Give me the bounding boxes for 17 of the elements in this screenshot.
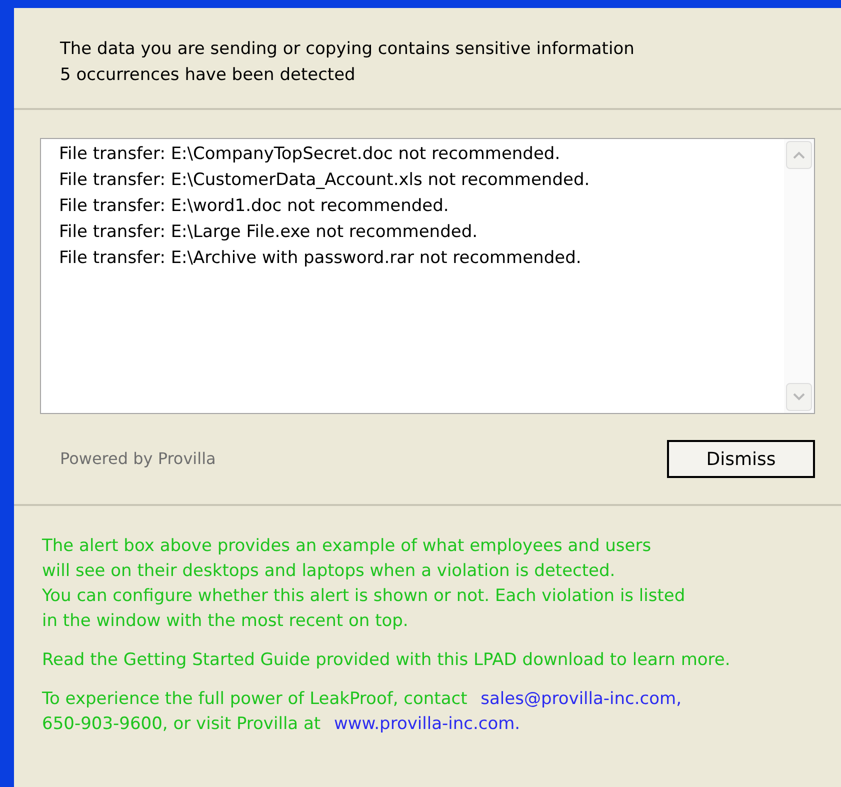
list-item[interactable]: File transfer: E:\Archive with password.rar not recommended. <box>59 245 784 271</box>
link[interactable]: www.provilla-inc.com. <box>334 714 520 734</box>
list-item[interactable]: File transfer: E:\Large File.exe not recommended. <box>59 219 784 245</box>
list-item[interactable]: File transfer: E:\word1.doc not recommended. <box>59 193 784 219</box>
scroll-up-icon[interactable] <box>786 141 812 169</box>
info-paragraph: Read the Getting Started Guide provided with this LPAD download to learn more. <box>42 649 732 672</box>
alert-message: The data you are sending or copying contains sensitive information 5 occurrences have been detected <box>60 38 636 87</box>
dismiss-button[interactable]: Dismiss <box>667 440 815 478</box>
scrollbar[interactable] <box>784 139 814 413</box>
list-item[interactable]: File transfer: E:\CustomerData_Account.xls not recommended. <box>59 167 784 193</box>
scroll-down-icon[interactable] <box>786 383 812 411</box>
list-item[interactable]: File transfer: E:\CompanyTopSecret.doc not recommended. <box>59 141 784 167</box>
violation-list[interactable] <box>40 138 815 414</box>
link[interactable]: sales@provilla-inc.com, <box>480 689 682 709</box>
info-paragraph: The alert box above provides an example of what employees and users will see on their desktops and laptops when a violation is detected. You can configure whether this alert is shown or not. Each violation is listed in the window with the most recent on top. <box>42 535 686 633</box>
powered-by-text: Powered by Provilla <box>60 448 216 470</box>
info-paragraph: To experience the full power of LeakProof, contact sales@provilla-inc.com, 650-903-9600, or visit Provilla at www.provilla-inc.com. <box>42 688 683 736</box>
